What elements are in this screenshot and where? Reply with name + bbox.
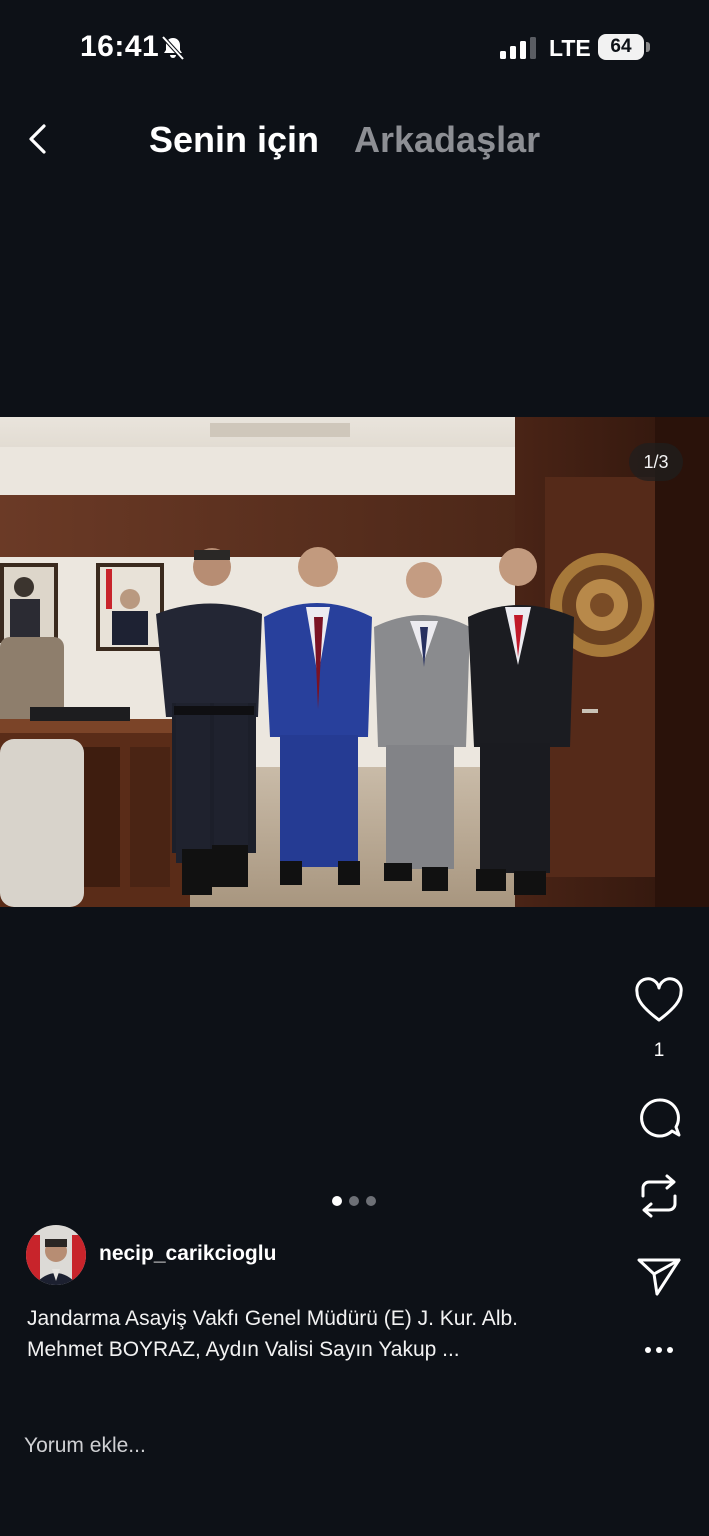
pager-dot-1[interactable] (332, 1196, 342, 1206)
bell-off-icon (161, 35, 185, 61)
comment-input[interactable] (24, 1426, 624, 1466)
tab-for-you[interactable]: Senin için (149, 119, 319, 161)
more-dots-icon[interactable] (629, 1324, 689, 1376)
cellular-signal-icon (500, 37, 536, 59)
username[interactable]: necip_carikcioglu (99, 1242, 276, 1266)
post-photo[interactable]: 1/3 (0, 417, 709, 907)
pager-dot-3[interactable] (366, 1196, 376, 1206)
like-count[interactable]: 1 (629, 1040, 689, 1062)
tab-friends[interactable]: Arkadaşlar (354, 119, 540, 161)
comment-bubble-icon[interactable] (629, 1092, 689, 1144)
pager-dot-2[interactable] (349, 1196, 359, 1206)
image-counter-badge: 1/3 (629, 443, 683, 481)
post-photo-scene (0, 417, 709, 907)
network-type: LTE (549, 35, 591, 61)
post-author: necip_carikcioglu (26, 1225, 526, 1285)
battery-level: 64 (598, 34, 644, 60)
avatar[interactable] (26, 1225, 86, 1285)
avatar-image (26, 1225, 86, 1285)
status-bar: 16:41 LTE 64 (0, 0, 709, 96)
caption-line-2: Mehmet BOYRAZ, Aydın Valisi Sayın Yakup … (27, 1338, 460, 1361)
battery-tip (646, 42, 650, 52)
battery-icon: 64 (598, 34, 652, 62)
image-pager-dots (332, 1196, 380, 1208)
status-time: 16:41 (80, 30, 160, 63)
heart-icon[interactable] (629, 976, 689, 1028)
back-chevron-icon[interactable] (22, 120, 56, 158)
top-navigation: Senin için Arkadaşlar (0, 110, 709, 170)
repost-icon[interactable] (629, 1170, 689, 1222)
post-caption[interactable]: Jandarma Asayiş Vakfı Genel Müdürü (E) J… (27, 1303, 607, 1365)
caption-line-1: Jandarma Asayiş Vakfı Genel Müdürü (E) J… (27, 1307, 518, 1330)
send-icon[interactable] (629, 1250, 689, 1302)
